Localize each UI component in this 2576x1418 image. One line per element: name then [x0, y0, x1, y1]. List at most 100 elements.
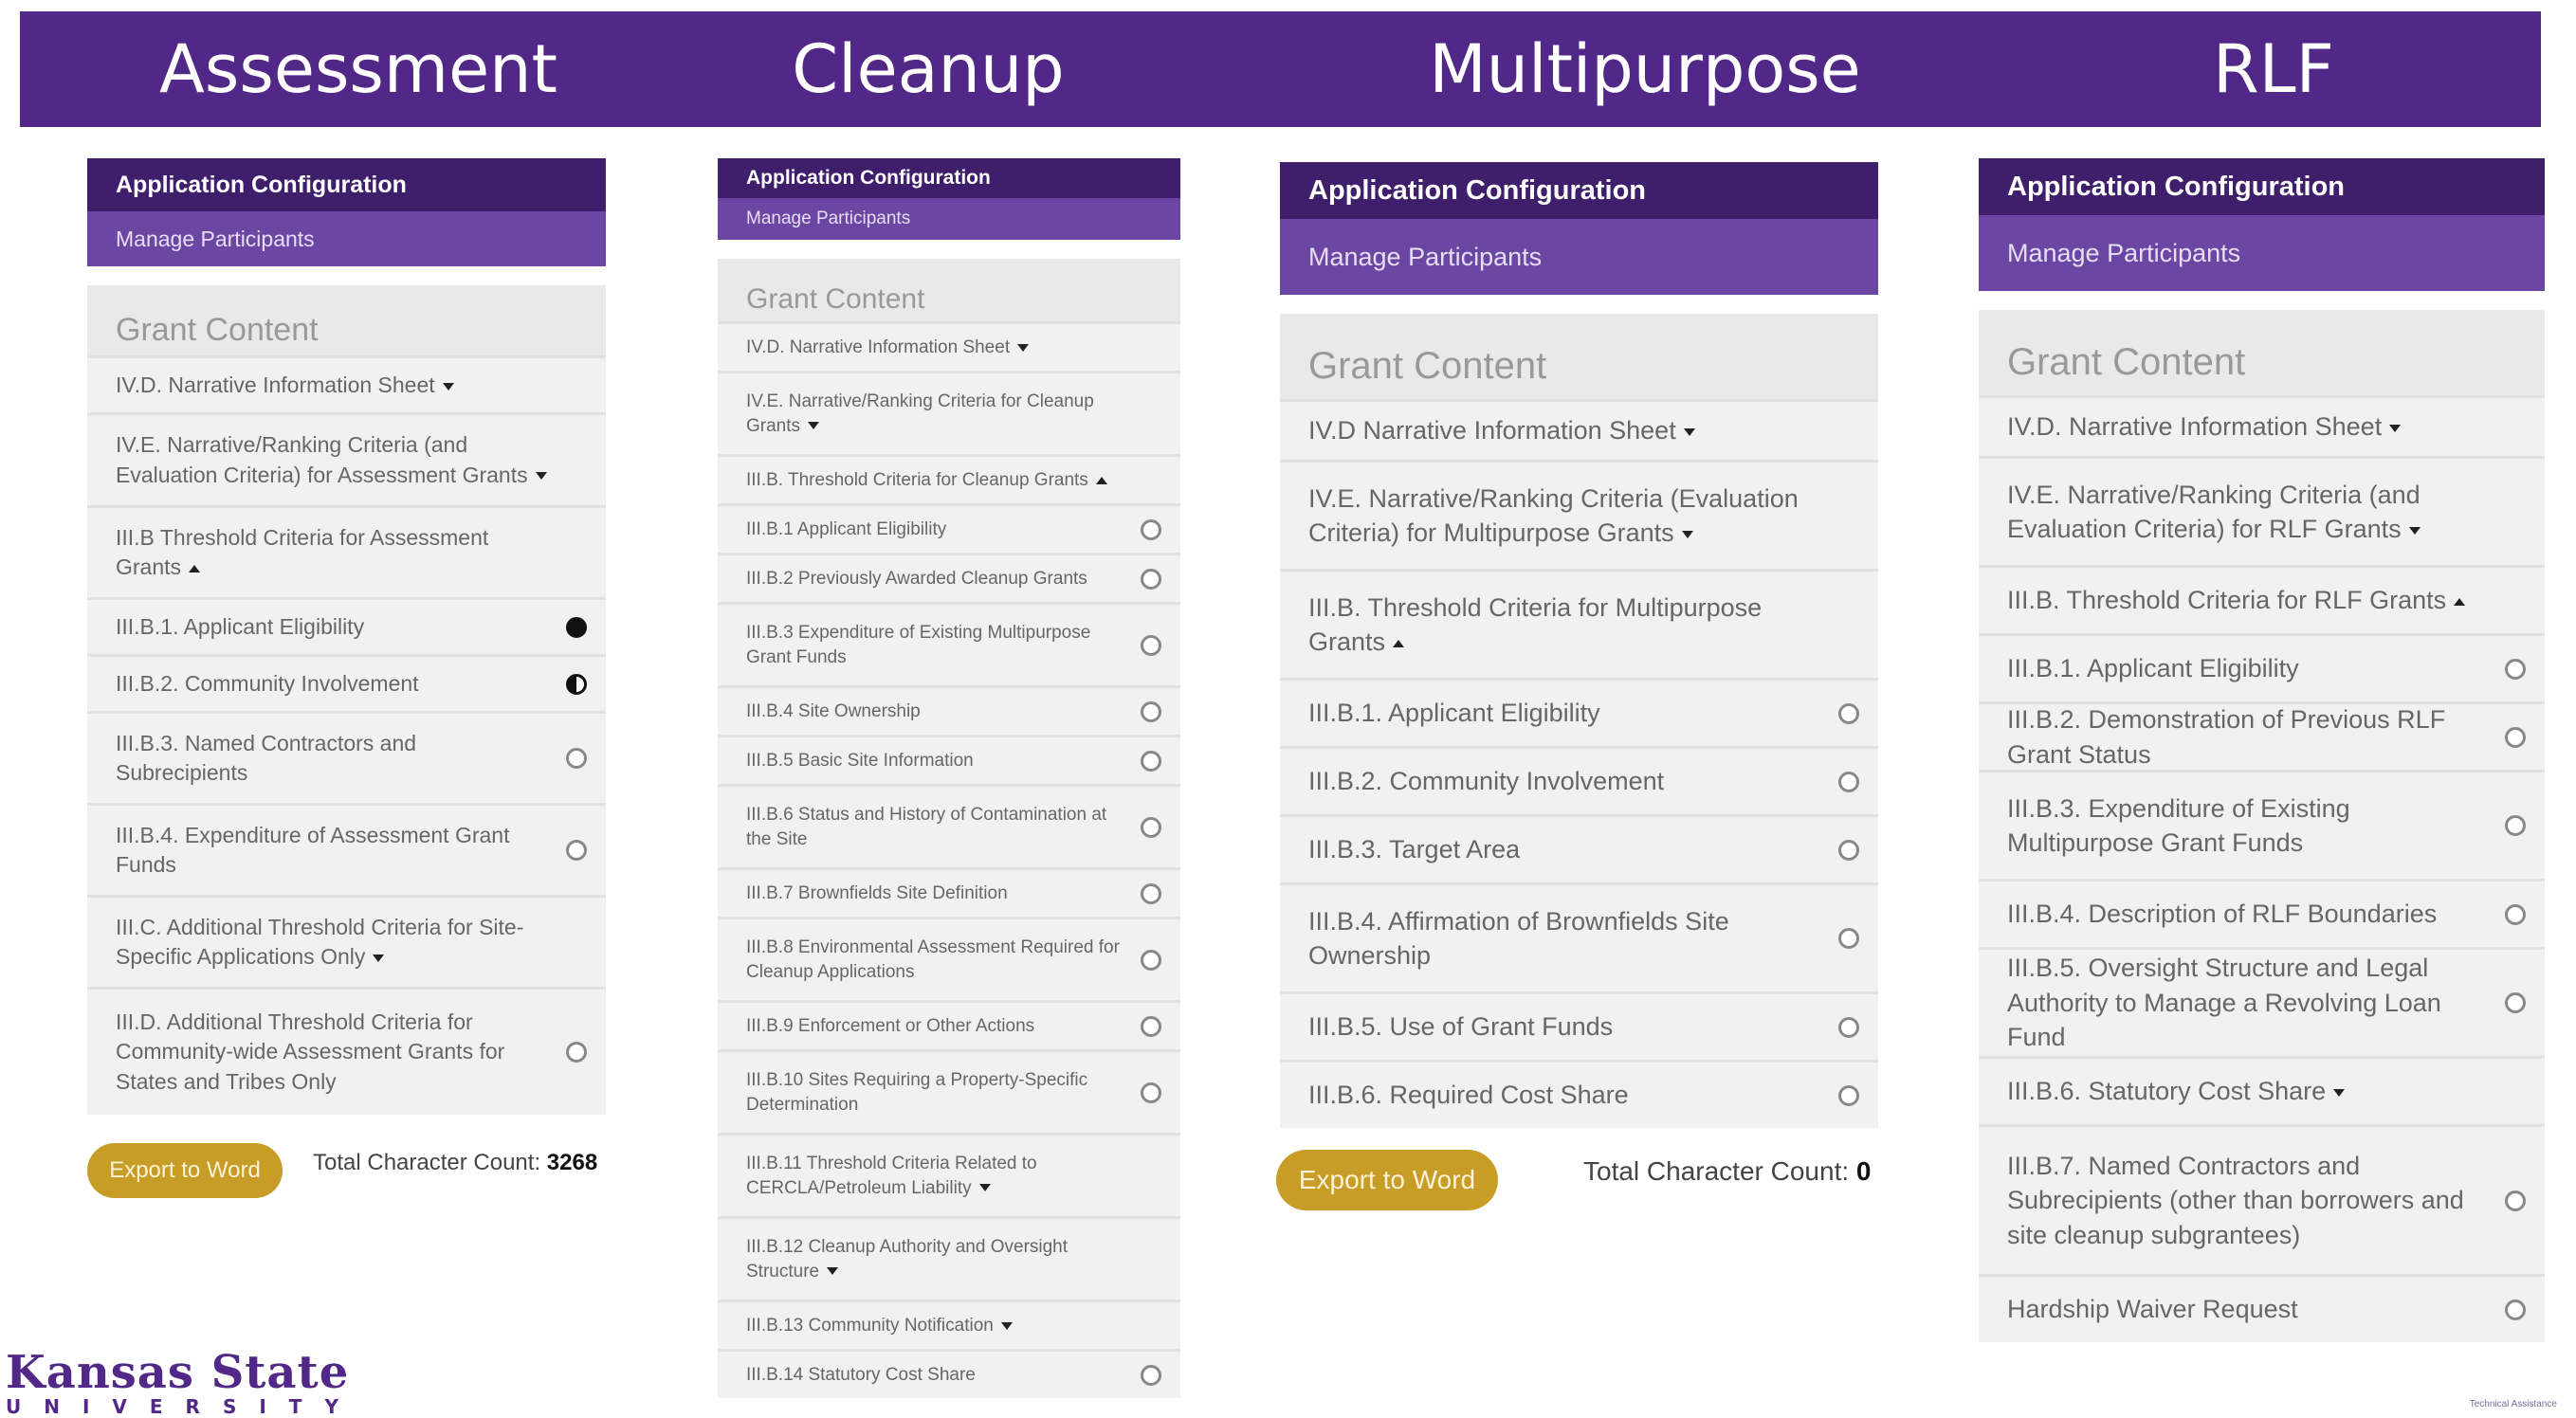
grant-content-item[interactable]: III.C. Additional Threshold Criteria for… — [87, 895, 606, 987]
grant-content-item[interactable]: III.B.4. Expenditure of Assessment Grant… — [87, 803, 606, 895]
grant-content-item[interactable]: IV.E. Narrative/Ranking Criteria (and Ev… — [87, 412, 606, 505]
grant-content-item-label: III.B.4. Affirmation of Brownfields Site… — [1308, 906, 1729, 970]
total-character-count: Total Character Count: 3268 — [313, 1150, 597, 1176]
grant-content-item-label: III.B.3. Target Area — [1308, 835, 1521, 864]
grant-content-item[interactable]: III.B.2. Demonstration of Previous RLF G… — [1979, 701, 2545, 770]
caret-down-icon[interactable] — [827, 1267, 839, 1276]
grant-content-item-label: IV.D. Narrative Information Sheet — [746, 336, 1180, 360]
grant-content-item-label: III.B.3. Expenditure of Existing Multipu… — [2007, 793, 2350, 857]
application-configuration-header[interactable]: Application Configuration — [1280, 162, 1878, 219]
grant-content-item[interactable]: III.B.1. Applicant Eligibility — [87, 597, 606, 654]
caret-down-icon[interactable] — [2408, 526, 2421, 535]
grant-content-item[interactable]: III.B.5 Basic Site Information — [718, 735, 1180, 784]
manage-participants-link[interactable]: Manage Participants — [87, 211, 606, 266]
grant-content-item[interactable]: III.B.6. Required Cost Share — [1280, 1060, 1878, 1128]
grant-content-item[interactable]: III.B.4 Site Ownership — [718, 685, 1180, 735]
grant-content-item[interactable]: III.B.7 Brownfields Site Definition — [718, 867, 1180, 917]
empty-status-icon — [1838, 839, 1859, 861]
caret-up-icon[interactable] — [2454, 598, 2466, 607]
empty-status-icon — [1838, 771, 1859, 792]
grant-content-item[interactable]: III.B.4. Affirmation of Brownfields Site… — [1280, 882, 1878, 991]
grant-content-item[interactable]: III.B.8 Environmental Assessment Require… — [718, 917, 1180, 1000]
grant-content-item[interactable]: III.B.12 Cleanup Authority and Oversight… — [718, 1216, 1180, 1300]
caret-down-icon[interactable] — [1000, 1321, 1013, 1330]
grant-content-item[interactable]: IV.E. Narrative/Ranking Criteria (Evalua… — [1280, 460, 1878, 569]
grant-content-item[interactable]: IV.D. Narrative Information Sheet — [87, 355, 606, 412]
caret-up-icon[interactable] — [1393, 639, 1405, 647]
caret-up-icon[interactable] — [1095, 476, 1107, 484]
empty-status-icon — [1141, 634, 1161, 656]
manage-participants-link[interactable]: Manage Participants — [1280, 219, 1878, 295]
caret-down-icon[interactable] — [2333, 1089, 2346, 1098]
grant-content-item[interactable]: III.B.2. Community Involvement — [1280, 746, 1878, 814]
caret-down-icon[interactable] — [1681, 530, 1693, 538]
grant-content-item[interactable]: III.B.1 Applicant Eligibility — [718, 503, 1180, 553]
grant-content-item[interactable]: III.B.5. Oversight Structure and Legal A… — [1979, 947, 2545, 1056]
grant-content-item[interactable]: IV.D. Narrative Information Sheet — [1979, 395, 2545, 456]
caret-down-icon[interactable] — [442, 382, 454, 391]
grant-content-item[interactable]: III.B.5. Use of Grant Funds — [1280, 991, 1878, 1060]
grant-content-item[interactable]: IV.D. Narrative Information Sheet — [718, 321, 1180, 371]
grant-content-item-label: III.B.13 Community Notification — [746, 1314, 1180, 1338]
grant-content-item[interactable]: IV.E. Narrative/Ranking Criteria for Cle… — [718, 371, 1180, 454]
caret-down-icon[interactable] — [373, 954, 385, 962]
complete-status-icon — [566, 616, 587, 638]
grant-content-item-label: III.B. Threshold Criteria for Multipurpo… — [1308, 592, 1763, 656]
grant-content-item[interactable]: III.B.6. Statutory Cost Share — [1979, 1056, 2545, 1124]
grant-content-item[interactable]: III.B.1. Applicant Eligibility — [1979, 633, 2545, 701]
character-count-value: 3268 — [546, 1150, 598, 1175]
grant-content-item[interactable]: III.B. Threshold Criteria for RLF Grants — [1979, 565, 2545, 633]
empty-status-icon — [2505, 992, 2526, 1013]
grant-content-item-label: III.B.4 Site Ownership — [746, 700, 921, 721]
export-to-word-button[interactable]: Export to Word — [87, 1143, 283, 1198]
empty-status-icon — [566, 748, 587, 769]
grant-content-item[interactable]: III.B.4. Description of RLF Boundaries — [1979, 879, 2545, 947]
grant-content-item[interactable]: III.B.3. Named Contractors and Subrecipi… — [87, 711, 606, 803]
grant-content-item[interactable]: III.B. Threshold Criteria for Cleanup Gr… — [718, 454, 1180, 503]
caret-down-icon[interactable] — [1017, 343, 1030, 352]
grant-content-item[interactable]: IV.E. Narrative/Ranking Criteria (and Ev… — [1979, 456, 2545, 565]
export-to-word-button[interactable]: Export to Word — [1276, 1150, 1498, 1210]
grant-content-title: Grant Content — [116, 312, 319, 348]
grant-content-item[interactable]: III.B.3. Target Area — [1280, 814, 1878, 882]
grant-content-item[interactable]: III.B.10 Sites Requiring a Property-Spec… — [718, 1049, 1180, 1133]
grant-content-item[interactable]: III.B.1. Applicant Eligibility — [1280, 678, 1878, 746]
grant-content-item[interactable]: Hardship Waiver Request — [1979, 1274, 2545, 1342]
grant-content-item[interactable]: III.B Threshold Criteria for Assessment … — [87, 505, 606, 597]
manage-participants-link[interactable]: Manage Participants — [718, 198, 1180, 240]
partial-status-icon — [566, 673, 587, 695]
manage-participants-link[interactable]: Manage Participants — [1979, 215, 2545, 291]
caret-up-icon[interactable] — [189, 564, 201, 573]
total-character-count: Total Character Count: 0 — [1583, 1156, 1872, 1187]
application-configuration-header[interactable]: Application Configuration — [1979, 158, 2545, 215]
grant-content-item[interactable]: III.B.11 Threshold Criteria Related to C… — [718, 1133, 1180, 1216]
grant-content-item[interactable]: III.B.9 Enforcement or Other Actions — [718, 1000, 1180, 1049]
caret-down-icon[interactable] — [535, 472, 547, 481]
caret-down-icon[interactable] — [2389, 425, 2402, 433]
character-count-label: Total Character Count: — [313, 1150, 547, 1175]
grant-content-item[interactable]: III.B. Threshold Criteria for Multipurpo… — [1280, 569, 1878, 678]
empty-status-icon — [1141, 1082, 1161, 1103]
grant-content-item[interactable]: III.B.7. Named Contractors and Subrecipi… — [1979, 1124, 2545, 1274]
character-count-value: 0 — [1855, 1156, 1872, 1186]
grant-content-item[interactable]: III.B.2 Previously Awarded Cleanup Grant… — [718, 553, 1180, 602]
grant-content-item-label: IV.E. Narrative/Ranking Criteria for Cle… — [746, 391, 1094, 436]
grant-content-item[interactable]: III.B.2. Community Involvement — [87, 654, 606, 711]
grant-content-item[interactable]: III.B.13 Community Notification — [718, 1300, 1180, 1349]
caret-down-icon[interactable] — [808, 422, 820, 430]
grant-content-item-label: III.B.1. Applicant Eligibility — [2007, 654, 2299, 683]
grant-content-item[interactable]: III.B.3 Expenditure of Existing Multipur… — [718, 602, 1180, 685]
grant-content-item-label: IV.E. Narrative/Ranking Criteria (and Ev… — [2007, 480, 2421, 543]
caret-down-icon[interactable] — [978, 1184, 991, 1192]
application-configuration-header[interactable]: Application Configuration — [87, 158, 606, 211]
caret-down-icon[interactable] — [1683, 428, 1695, 437]
grant-content-item[interactable]: III.B.6 Status and History of Contaminat… — [718, 784, 1180, 867]
grant-content-item[interactable]: IV.D Narrative Information Sheet — [1280, 399, 1878, 460]
grant-content-item[interactable]: III.D. Additional Threshold Criteria for… — [87, 987, 606, 1115]
grant-content-item[interactable]: III.B.14 Statutory Cost Share — [718, 1349, 1180, 1398]
application-configuration-header[interactable]: Application Configuration — [718, 158, 1180, 198]
grant-content-item-label: III.C. Additional Threshold Criteria for… — [116, 914, 524, 969]
empty-status-icon — [1141, 1015, 1161, 1037]
empty-status-icon — [1838, 702, 1859, 724]
grant-content-item[interactable]: III.B.3. Expenditure of Existing Multipu… — [1979, 770, 2545, 879]
